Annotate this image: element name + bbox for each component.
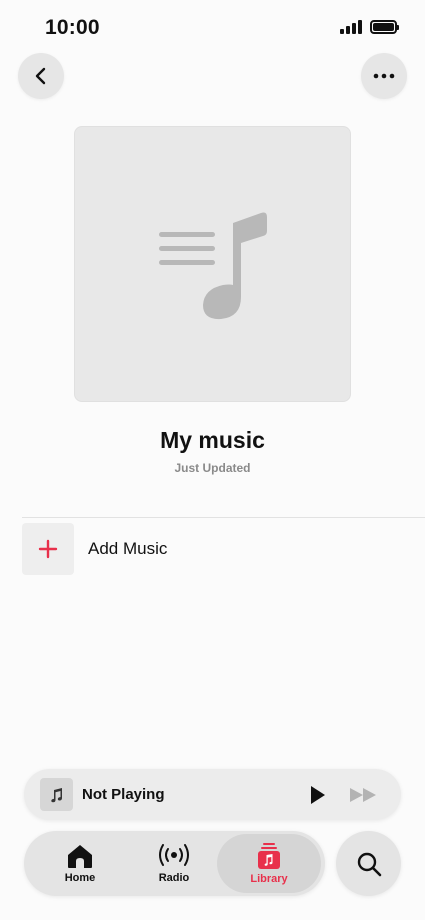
back-button[interactable] [18, 53, 64, 99]
radio-broadcast-icon [159, 844, 189, 866]
signal-icon [340, 20, 362, 34]
plus-icon [38, 539, 58, 558]
search-button[interactable] [336, 831, 401, 896]
fast-forward-icon[interactable] [349, 786, 379, 804]
tab-radio[interactable]: Radio [122, 831, 226, 896]
playlist-subtitle: Just Updated [174, 461, 251, 475]
play-icon[interactable] [306, 784, 328, 806]
tab-library[interactable]: Library [217, 834, 321, 893]
search-icon [357, 852, 381, 876]
playlist-music-note-icon [159, 212, 267, 320]
tab-home[interactable]: Home [28, 831, 132, 896]
status-time: 10:00 [45, 16, 100, 39]
battery-icon [370, 20, 399, 34]
status-icons [340, 20, 399, 34]
more-options-button[interactable] [361, 53, 407, 99]
divider [22, 517, 425, 518]
playlist-title: My music [160, 427, 265, 453]
add-music-tile[interactable] [22, 522, 74, 575]
add-music-label: Add Music [88, 538, 168, 558]
mini-player-title: Not Playing [82, 786, 165, 803]
tab-home-label: Home [64, 872, 96, 884]
music-note-icon [50, 787, 62, 802]
library-icon [258, 843, 280, 869]
tab-radio-label: Radio [158, 872, 190, 884]
home-icon [68, 845, 92, 868]
mini-player-artwork [40, 778, 73, 811]
tab-bar: Home Radio Library [24, 831, 325, 896]
chevron-left-icon [35, 67, 46, 85]
status-bar: 10:00 [0, 0, 425, 56]
add-music-row[interactable]: Add Music [22, 522, 425, 575]
playlist-artwork [74, 126, 351, 402]
ellipsis-icon [373, 73, 395, 79]
mini-player[interactable]: Not Playing [24, 769, 401, 820]
tab-library-label: Library [250, 873, 288, 885]
